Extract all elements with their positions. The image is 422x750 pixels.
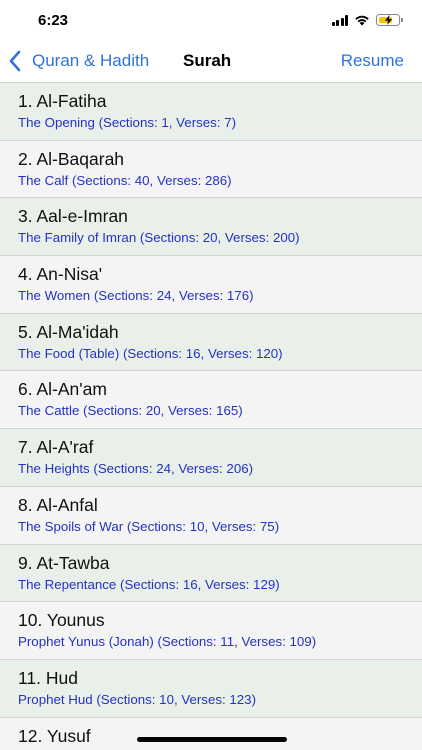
navigation-bar: Quran & Hadith Surah Resume bbox=[0, 40, 422, 82]
surah-subtitle: Prophet Hud (Sections: 10, Verses: 123) bbox=[18, 691, 256, 707]
surah-subtitle: The Food (Table) (Sections: 16, Verses: … bbox=[18, 345, 283, 361]
battery-charging-icon bbox=[376, 14, 403, 26]
surah-title: 6. Al-An'am bbox=[18, 379, 107, 400]
status-time: 6:23 bbox=[38, 12, 69, 29]
surah-title: 1. Al-Fatiha bbox=[18, 91, 107, 111]
list-item[interactable]: 6. Al-An'am The Cattle (Sections: 20, Ve… bbox=[0, 371, 422, 430]
list-item[interactable]: 2. Al-Baqarah The Calf (Sections: 40, Ve… bbox=[0, 140, 422, 199]
status-bar: 6:23 bbox=[0, 0, 422, 40]
surah-subtitle: The Calf (Sections: 40, Verses: 286) bbox=[18, 172, 232, 188]
list-item[interactable]: 9. At-Tawba The Repentance (Sections: 16… bbox=[0, 544, 422, 603]
resume-button[interactable]: Resume bbox=[341, 51, 404, 71]
list-item[interactable]: 10. Younus Prophet Yunus (Jonah) (Sectio… bbox=[0, 602, 422, 660]
surah-title: 2. Al-Baqarah bbox=[18, 148, 125, 169]
home-indicator[interactable] bbox=[137, 737, 287, 742]
list-item[interactable]: 8. Al-Anfal The Spoils of War (Sections:… bbox=[0, 486, 422, 545]
wifi-icon bbox=[355, 15, 369, 26]
surah-subtitle: The Repentance (Sections: 16, Verses: 12… bbox=[18, 576, 280, 592]
surah-subtitle: The Family of Imran (Sections: 20, Verse… bbox=[18, 230, 300, 246]
list-item[interactable]: 3. Aal-e-Imran The Family of Imran (Sect… bbox=[0, 198, 422, 257]
surah-title: 8. Al-Anfal bbox=[18, 494, 98, 515]
page-title: Surah bbox=[183, 51, 232, 70]
surah-subtitle: The Women (Sections: 24, Verses: 176) bbox=[18, 288, 254, 304]
list-item[interactable]: 11. Hud Prophet Hud (Sections: 10, Verse… bbox=[0, 659, 422, 718]
surah-title: 7. Al-A'raf bbox=[18, 437, 94, 458]
surah-title: 5. Al-Ma'idah bbox=[18, 321, 119, 342]
signal-icon bbox=[331, 15, 348, 26]
surah-title: 12. Yusuf bbox=[18, 725, 91, 746]
surah-subtitle: The Spoils of War (Sections: 10, Verses:… bbox=[18, 518, 280, 534]
back-button-label: Quran & Hadith bbox=[32, 51, 150, 70]
surah-list: 1. Al-Fatiha The Opening (Sections: 1, V… bbox=[0, 82, 422, 750]
surah-subtitle: The Heights (Sections: 24, Verses: 206) bbox=[18, 461, 254, 477]
surah-title: 3. Aal-e-Imran bbox=[18, 206, 128, 227]
chevron-left-icon bbox=[9, 50, 21, 72]
back-button[interactable]: Quran & Hadith bbox=[8, 48, 149, 74]
surah-title: 11. Hud bbox=[18, 667, 78, 688]
list-item[interactable]: 12. Yusuf bbox=[0, 717, 422, 750]
surah-title: 4. An-Nisa' bbox=[18, 264, 103, 285]
list-item[interactable]: 7. Al-A'raf The Heights (Sections: 24, V… bbox=[0, 429, 422, 487]
list-item[interactable]: 4. An-Nisa' The Women (Sections: 24, Ver… bbox=[0, 256, 422, 314]
surah-title: 10. Younus bbox=[18, 610, 105, 631]
list-item[interactable]: 5. Al-Ma'idah The Food (Table) (Sections… bbox=[0, 313, 422, 372]
surah-title: 9. At-Tawba bbox=[18, 552, 110, 573]
surah-subtitle: The Opening (Sections: 1, Verses: 7) bbox=[18, 115, 237, 130]
screen: 6:23 Quran & Hadith Surah Resume 1. Al-F… bbox=[0, 0, 422, 750]
list-item[interactable]: 1. Al-Fatiha The Opening (Sections: 1, V… bbox=[0, 83, 422, 141]
surah-subtitle: Prophet Yunus (Jonah) (Sections: 11, Ver… bbox=[18, 634, 317, 650]
surah-subtitle: The Cattle (Sections: 20, Verses: 165) bbox=[18, 403, 243, 419]
status-icons bbox=[331, 14, 403, 26]
